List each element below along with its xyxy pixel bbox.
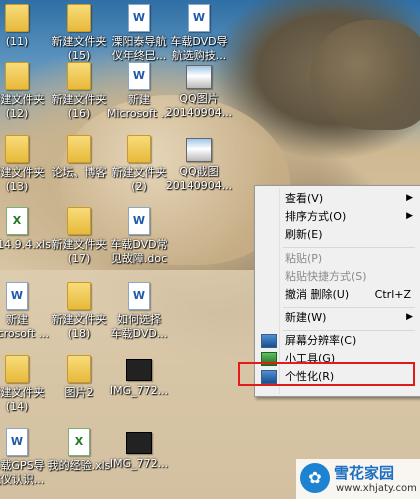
menu-item-label: 刷新(E) — [285, 228, 323, 241]
word-document-icon: W — [6, 282, 28, 310]
menu-item-sort[interactable]: 排序方式(O) ▶ — [257, 207, 417, 226]
icon-label: 车载DVD常 见故障.doc — [110, 238, 168, 265]
menu-item-screen-resolution[interactable]: 屏幕分辨率(C) — [257, 331, 417, 350]
video-file-icon — [126, 359, 152, 381]
word-document-icon: W — [128, 62, 150, 90]
snowflake-logo-icon: ✿ — [300, 463, 330, 493]
folder-icon — [67, 207, 91, 235]
menu-item-label: 粘贴(P) — [285, 252, 323, 265]
word-document-icon: W — [6, 428, 28, 456]
desktop-icon-document[interactable]: W 车载DVD导 航选购技... — [164, 2, 234, 63]
word-document-icon: W — [128, 207, 150, 235]
folder-icon — [127, 135, 151, 163]
folder-icon — [5, 4, 29, 32]
icon-label: 如何选择 车载DVD... — [110, 313, 168, 340]
menu-item-view[interactable]: 查看(V) ▶ — [257, 189, 417, 208]
excel-file-icon: X — [68, 428, 90, 456]
menu-item-label: 查看(V) — [285, 192, 324, 205]
folder-icon — [67, 282, 91, 310]
icon-label: 车载DVD导 航选购技... — [170, 35, 228, 62]
image-file-icon — [186, 65, 212, 89]
desktop-icon-video[interactable]: IMG_772... — [104, 353, 174, 398]
watermark-title: 雪花家园 — [334, 464, 395, 482]
watermark-url: www.xhjaty.com — [336, 483, 417, 494]
word-document-icon: W — [128, 4, 150, 32]
icon-label: QQ图片 20140904... — [165, 92, 233, 119]
submenu-arrow-icon: ▶ — [406, 193, 413, 203]
desktop-icon-image[interactable]: QQ截图 20140904... — [164, 133, 234, 193]
folder-icon — [5, 62, 29, 90]
excel-file-icon: X — [6, 207, 28, 235]
menu-item-shortcut: Ctrl+Z — [374, 288, 411, 301]
folder-icon — [67, 62, 91, 90]
desktop-icon-document[interactable]: W 如何选择 车载DVD... — [104, 280, 174, 341]
icon-label: IMG_772... — [109, 457, 169, 470]
folder-icon — [5, 355, 29, 383]
menu-item-label: 撤消 删除(U) — [285, 288, 350, 301]
folder-icon — [5, 135, 29, 163]
menu-item-label: 屏幕分辨率(C) — [285, 334, 357, 347]
word-document-icon: W — [128, 282, 150, 310]
desktop-icon-document[interactable]: W 车载DVD常 见故障.doc — [104, 205, 174, 266]
desktop-icon-image[interactable]: QQ图片 20140904... — [164, 60, 234, 120]
watermark: ✿ 雪花家园 www.xhjaty.com — [296, 459, 420, 499]
icon-label: IMG_772... — [109, 384, 169, 397]
menu-item-paste-shortcut[interactable]: 粘贴快捷方式(S) — [257, 267, 417, 286]
desktop-icon-video[interactable]: IMG_772... — [104, 426, 174, 471]
word-document-icon: W — [188, 4, 210, 32]
wallpaper-rock — [310, 20, 420, 130]
folder-icon — [67, 355, 91, 383]
menu-item-undo-delete[interactable]: 撤消 删除(U) Ctrl+Z — [257, 285, 417, 304]
menu-item-label: 粘贴快捷方式(S) — [285, 270, 367, 283]
monitor-icon — [261, 334, 277, 348]
menu-separator — [283, 247, 415, 248]
menu-item-paste[interactable]: 粘贴(P) — [257, 249, 417, 268]
submenu-arrow-icon: ▶ — [406, 312, 413, 322]
menu-item-refresh[interactable]: 刷新(E) — [257, 225, 417, 244]
submenu-arrow-icon: ▶ — [406, 211, 413, 221]
folder-icon — [67, 135, 91, 163]
personalize-highlight-box — [238, 362, 415, 386]
folder-icon — [67, 4, 91, 32]
menu-item-new[interactable]: 新建(W) ▶ — [257, 308, 417, 327]
icon-label: QQ截图 20140904... — [165, 165, 233, 192]
menu-item-label: 排序方式(O) — [285, 210, 347, 223]
menu-item-label: 新建(W) — [285, 311, 327, 324]
image-file-icon — [186, 138, 212, 162]
video-file-icon — [126, 432, 152, 454]
